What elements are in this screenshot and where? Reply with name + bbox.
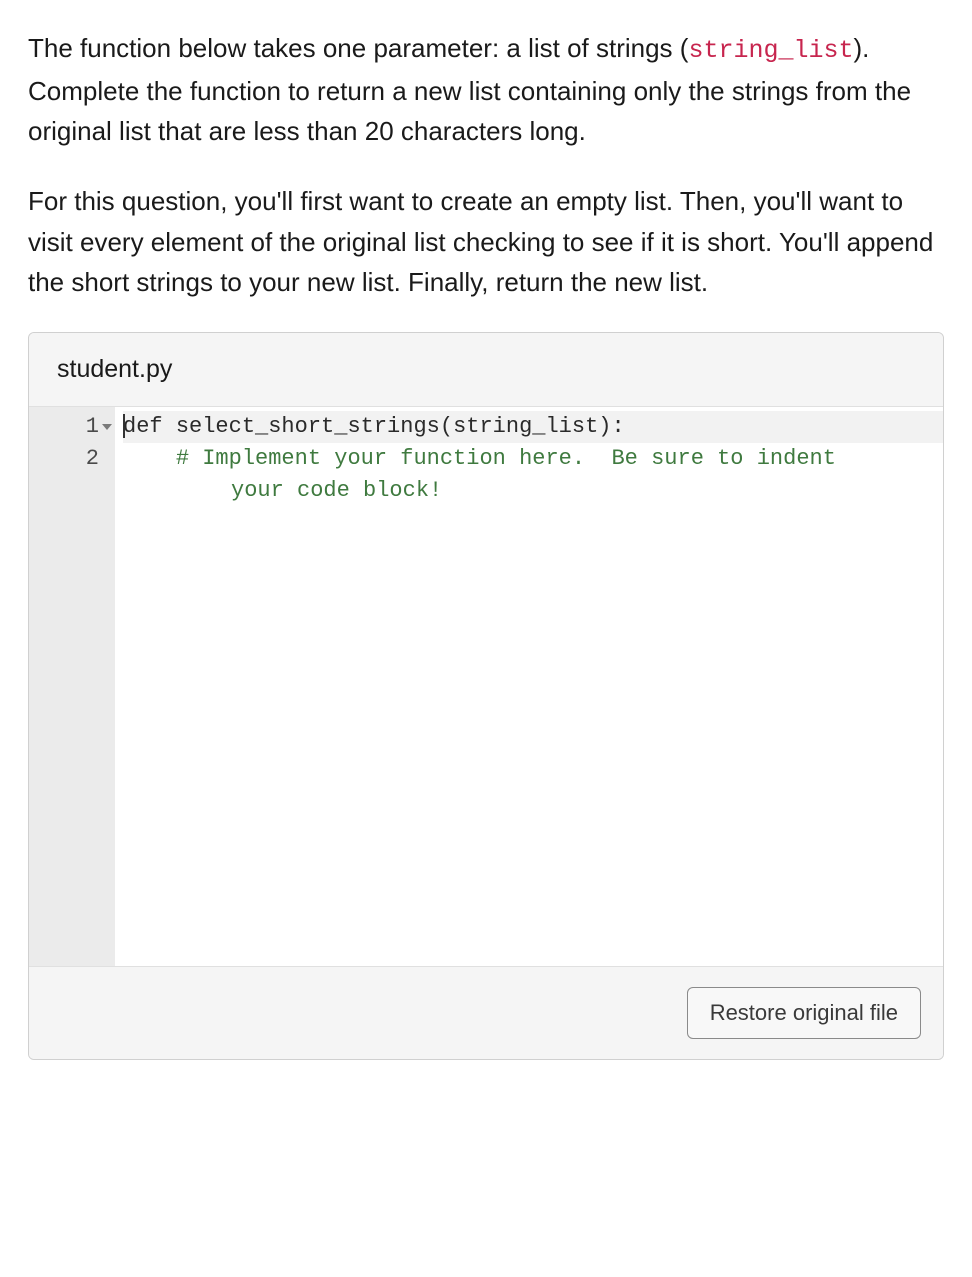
editor-filename: student.py [29, 333, 943, 406]
instructions-block: The function below takes one parameter: … [28, 28, 944, 302]
token-paren-close: ): [598, 414, 624, 439]
editor-footer: Restore original file [29, 966, 943, 1059]
token-paren-open: ( [440, 414, 453, 439]
code-line-2[interactable]: # Implement your function here. Be sure … [123, 443, 943, 507]
restore-original-file-button[interactable]: Restore original file [687, 987, 921, 1039]
token-param: string_list [453, 414, 598, 439]
code-line-1[interactable]: def select_short_strings(string_list): [123, 411, 943, 443]
instructions-para-2: For this question, you'll first want to … [28, 181, 944, 302]
instr-text: The function below takes one parameter: … [28, 33, 688, 63]
code-inline-param: string_list [688, 36, 853, 65]
token-keyword-def: def [123, 414, 163, 439]
gutter-line-1: 1 [29, 411, 115, 443]
editor-body[interactable]: 1 2 def select_short_strings(string_list… [29, 406, 943, 966]
editor-gutter: 1 2 [29, 407, 115, 966]
line-number: 1 [86, 414, 99, 439]
code-editor-panel: student.py 1 2 def select_short_strings(… [28, 332, 944, 1060]
token-comment-wrap: your code block! [123, 475, 943, 507]
token-func-name: select_short_strings [176, 414, 440, 439]
code-area[interactable]: def select_short_strings(string_list): #… [115, 407, 943, 966]
token-comment: # Implement your function here. Be sure … [176, 446, 849, 471]
fold-marker-icon[interactable] [102, 424, 112, 430]
instructions-para-1: The function below takes one parameter: … [28, 28, 944, 151]
line-number: 2 [86, 446, 99, 471]
gutter-line-2: 2 [29, 443, 115, 475]
